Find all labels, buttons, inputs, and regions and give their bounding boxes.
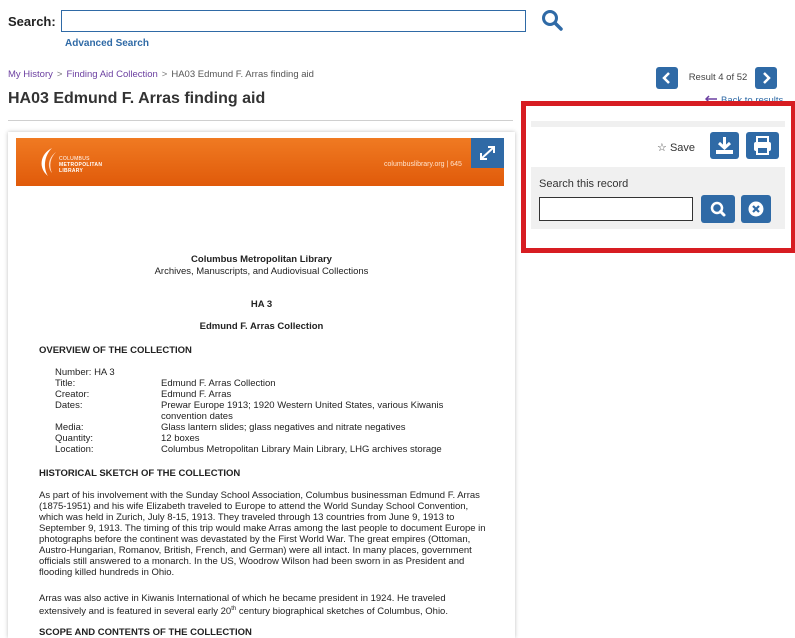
overview-key: Title: (55, 378, 76, 389)
next-result-button[interactable] (755, 67, 777, 89)
search-icon (542, 10, 563, 31)
document-banner: COLUMBUS METROPOLITAN LIBRARY columbusli… (16, 138, 504, 186)
overview-key: Location: (55, 444, 94, 455)
overview-value: Edmund F. Arras Collection (161, 378, 276, 389)
breadcrumb-my-history[interactable]: My History (8, 69, 53, 80)
doc-heading-archives: Archives, Manuscripts, and Audiovisual C… (154, 266, 369, 277)
overview-key: Number: HA 3 (55, 367, 115, 378)
overview-value: Edmund F. Arras (161, 389, 232, 400)
chevron-left-icon (662, 72, 670, 84)
library-logo-text: COLUMBUS METROPOLITAN LIBRARY (59, 156, 103, 174)
overview-key: Media: (55, 422, 84, 433)
overview-value: Glass lantern slides; glass negatives an… (161, 422, 406, 433)
breadcrumb: My History > Finding Aid Collection > HA03 E… (8, 69, 314, 80)
search-label: Search: (8, 14, 56, 29)
expand-icon (480, 146, 495, 160)
overview-key: Creator: (55, 389, 90, 400)
history-paragraph: As part of his involvement with the Sund… (39, 490, 486, 578)
history-heading: HISTORICAL SKETCH OF THE COLLECTION (39, 468, 241, 479)
page-title: HA03 Edmund F. Arras finding aid (8, 90, 266, 107)
breadcrumb-current: HA03 Edmund F. Arras finding aid (171, 69, 314, 80)
breadcrumb-separator: > (161, 69, 168, 80)
highlight-box (521, 101, 795, 253)
overview-value: Prewar Europe 1913; 1920 Western United … (161, 400, 444, 422)
search-button[interactable] (540, 8, 564, 32)
previous-result-button[interactable] (656, 67, 678, 89)
chevron-right-icon (763, 72, 771, 84)
library-logo (34, 146, 58, 178)
overview-key: Dates: (55, 400, 83, 411)
document-viewer[interactable]: COLUMBUS METROPOLITAN LIBRARY columbusli… (8, 132, 515, 638)
result-count: Result 4 of 52 (681, 72, 755, 86)
overview-value: Columbus Metropolitan Library Main Libra… (161, 444, 442, 455)
search-input[interactable] (61, 10, 526, 32)
scope-heading: SCOPE AND CONTENTS OF THE COLLECTION (39, 627, 252, 638)
overview-value: 12 boxes (161, 433, 200, 444)
fullscreen-button[interactable] (471, 138, 504, 168)
doc-collection-name: Edmund F. Arras Collection (199, 321, 324, 332)
history-paragraph-kiwanis: Arras was also active in Kiwanis Interna… (39, 593, 448, 618)
doc-collection-code: HA 3 (250, 299, 273, 310)
divider (8, 120, 513, 121)
doc-heading-library: Columbus Metropolitan Library (191, 254, 332, 265)
breadcrumb-finding-aid-collection[interactable]: Finding Aid Collection (66, 69, 157, 80)
banner-url: columbuslibrary.org | 645 (384, 161, 462, 168)
breadcrumb-separator: > (56, 69, 63, 80)
advanced-search-link[interactable]: Advanced Search (65, 38, 149, 49)
overview-heading: OVERVIEW OF THE COLLECTION (39, 345, 192, 356)
overview-key: Quantity: (55, 433, 94, 444)
